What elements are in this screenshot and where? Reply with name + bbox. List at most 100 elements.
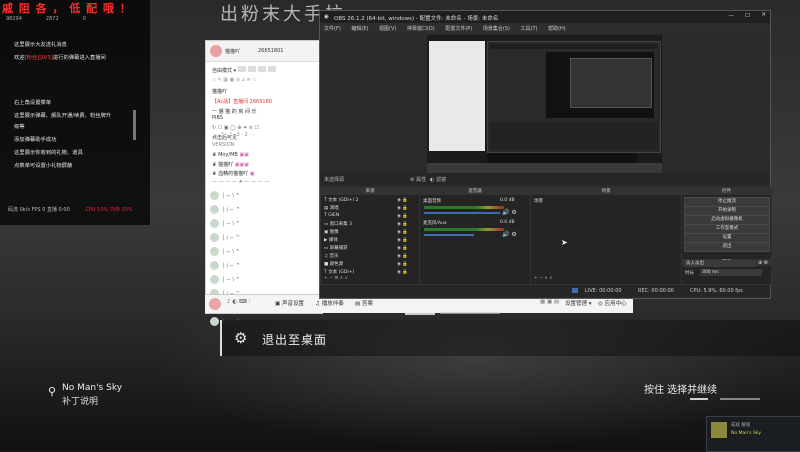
menu-docks[interactable]: 停靠窗口(D) [407, 26, 435, 32]
live-status: LIVE: 00:00:00 [585, 288, 622, 294]
exit-to-desktop-label: 退出至桌面 [262, 333, 328, 347]
avatar[interactable] [210, 191, 219, 200]
avatar[interactable] [209, 298, 221, 310]
avatar[interactable] [210, 317, 219, 326]
menu-item[interactable]: 点击后可见 [212, 134, 237, 141]
glitch-line [720, 398, 760, 400]
avatar[interactable] [210, 261, 219, 270]
obs-preview[interactable] [427, 35, 662, 181]
source-item[interactable]: T 文本 (GDI+) 2 [324, 197, 358, 203]
source-item[interactable]: ▶ 媒体 [324, 237, 338, 243]
source-item[interactable]: ▤ 演唱 [324, 205, 339, 211]
toolbar-item-apps[interactable]: ◎ 应用中心 [598, 299, 627, 307]
scenes-dock: 场景 场景 ➤ + − ∧ ∨ [530, 187, 682, 285]
transition-select[interactable]: 淡入淡出 [684, 260, 756, 267]
stream-stats: 码流 0k/s FPS 0 直播 0:00 [8, 207, 70, 213]
viewer-row[interactable]: ♛ Moy/MB ▣▣ [212, 152, 249, 158]
minimize-icon[interactable]: — [729, 13, 735, 19]
viewer-row[interactable]: ♛ 猫猫吖 ▣▣▣ [212, 161, 249, 168]
menu-edit[interactable]: 编辑(E) [351, 26, 368, 32]
exit-to-desktop-option[interactable]: ⚙ 退出至桌面 [220, 320, 800, 356]
source-item[interactable]: ▣ 图像 [324, 229, 339, 235]
avatar[interactable] [210, 45, 222, 57]
source-label: GIEN [328, 213, 340, 218]
toolbar-grid-icon[interactable]: ▦ ▣ ▤ [540, 299, 559, 305]
source-label: 演唱 [329, 206, 339, 211]
mode-selector[interactable]: 自由模式 ▾ [212, 66, 278, 74]
source-label: 文本 (GDI+) [328, 270, 355, 275]
achievement-toast[interactable]: 成就 解锁 No Man's Sky [706, 416, 800, 452]
filters-label: 滤镜 [435, 177, 446, 183]
menu-item[interactable]: PIBS [212, 115, 223, 121]
mode-label: 自由模式 [212, 68, 233, 74]
transition-duration-field[interactable]: 300 ms [700, 269, 762, 276]
toolbar-icons-row[interactable]: ◇ ✎ ▦ ▣ ◎ ⌂ ≡ ☆ [212, 77, 257, 83]
scene-controls[interactable]: + − ∧ ∨ [534, 276, 552, 281]
chat-stats: 98294 2872 0 [6, 16, 86, 22]
toolbar-item-sound[interactable]: ▣ 声音设置 [275, 299, 304, 307]
volume-slider[interactable] [424, 212, 500, 214]
avatar[interactable] [210, 205, 219, 214]
avatar[interactable] [210, 275, 219, 284]
volume-meter [424, 206, 504, 209]
menu-item[interactable]: 【Ac战】直播间 2665180 [212, 98, 272, 105]
obs-docks: 来源 T 文本 (GDI+) 2 ▤ 演唱 T GIEN ▭ 窗口采集 3 ▣ … [320, 187, 772, 285]
menu-item[interactable]: 猫猫吖 [212, 88, 227, 95]
source-item[interactable]: T 文本 (GDI+) [324, 269, 354, 275]
visibility-icons[interactable]: ◉ 🔒 ◉ 🔒 ◉ 🔒 ◉ 🔒 ◉ 🔒 ◉ 🔒 ◉ 🔒 ◉ 🔒 ◉ 🔒 ◉ 🔒 [397, 197, 408, 277]
menu-item[interactable]: 一 猫 猫 的 房 间 乐 [212, 108, 257, 115]
source-item[interactable]: ▭ 屏幕捕获 [324, 245, 348, 251]
mixer-dock-title: 混音器 [420, 188, 530, 195]
menu-item[interactable]: VERSION [212, 142, 234, 148]
obs-app-icon: ◉ [324, 14, 329, 20]
user-id: 26651801 [258, 48, 284, 54]
transition-duration-label: 时长 [685, 271, 694, 276]
speaker-icon[interactable]: 🔊 ⚙ [502, 209, 517, 216]
mic-icon[interactable]: ♪ ◐ ⌨ ⫶ [227, 299, 250, 306]
toolbar-item-manage[interactable]: 设置管理 ▾ [565, 299, 592, 307]
mixer-channel-db: 0.0 dB [500, 198, 515, 203]
achievement-icon [711, 422, 727, 438]
chat-message-suffix: 进行的弹幕进入直播间 [52, 55, 106, 61]
list-item: │ ⌐ \ ^ [222, 277, 240, 283]
chat-message: 点菜单可设置小礼物屏蔽 [14, 163, 73, 169]
menu-view[interactable]: 视图(V) [379, 26, 396, 32]
maximize-icon[interactable]: ☐ [745, 13, 750, 19]
volume-slider[interactable] [424, 234, 474, 236]
mixer-dock: 混音器 桌面音频 0.0 dB 🔊 ⚙ 麦克风/Aux 0.0 dB 🔊 ⚙ [419, 187, 531, 285]
menu-help[interactable]: 帮助(H) [548, 26, 566, 32]
chat-scrollbar[interactable] [133, 110, 136, 140]
scene-item[interactable]: 场景 [534, 198, 543, 204]
viewer-list: │ ⌐ \ ^ │ ∕ ⌐ ^ │ ⌐ \ ^ │ ∕ ⌐ ^ │ ⌐ \ ^ … [206, 189, 322, 339]
toolbar-item-answer[interactable]: ▤ 答案 [355, 299, 373, 307]
controls-dock: 控件 停止推流 开始录制 启动虚拟摄像机 工作室模式 设置 退出 转场 淡入淡出… [681, 187, 772, 285]
source-item[interactable]: T GIEN [324, 213, 339, 218]
close-icon[interactable]: ✕ [761, 12, 766, 18]
transition-add-icon[interactable]: ⊕ ⚙ [758, 260, 768, 266]
menu-tools[interactable]: 工具(T) [521, 26, 538, 32]
source-item[interactable]: ■ 颜色源 [324, 261, 343, 267]
properties-button[interactable]: ⚙ 属性 [410, 176, 426, 183]
source-item[interactable]: ▭ 窗口采集 3 [324, 221, 352, 227]
avatar[interactable] [210, 219, 219, 228]
menu-scene-collection[interactable]: 场景集合(S) [483, 26, 510, 32]
performance-status: CPU: 5.9%, 60.00 fps [690, 288, 743, 294]
exit-button[interactable]: 退出 [684, 242, 770, 252]
speaker-icon[interactable]: 🔊 ⚙ [502, 231, 517, 238]
avatar[interactable] [210, 233, 219, 242]
toolbar-item-music[interactable]: ♫ 播放伴奏 [315, 299, 344, 307]
continue-hint: 按住 选择并继续 [644, 385, 718, 396]
filters-button[interactable]: ◐ 滤镜 [430, 176, 446, 183]
patch-notes-link[interactable]: 补丁说明 [62, 394, 98, 407]
toolbar-label: 答案 [361, 301, 373, 307]
tool-row[interactable]: ↻ ⎔ ▣ ◯ ⊕ ✦ ≡ ☐ [212, 125, 259, 131]
avatar[interactable] [210, 247, 219, 256]
viewer-row[interactable]: ♛ 血精的猫猫吖 ▣ [212, 170, 254, 177]
sources-controls[interactable]: + − ⚙ ∧ ∨ [324, 276, 348, 281]
nested-docks [490, 122, 658, 150]
menu-file[interactable]: 文件(F) [324, 26, 341, 32]
chat-message: 级等 [14, 124, 25, 130]
chat-message: 这里展示你收到的礼物、道具 [14, 150, 83, 156]
source-item[interactable]: ♫ 音乐 [324, 253, 338, 259]
menu-profile[interactable]: 配置文件(P) [445, 26, 472, 32]
